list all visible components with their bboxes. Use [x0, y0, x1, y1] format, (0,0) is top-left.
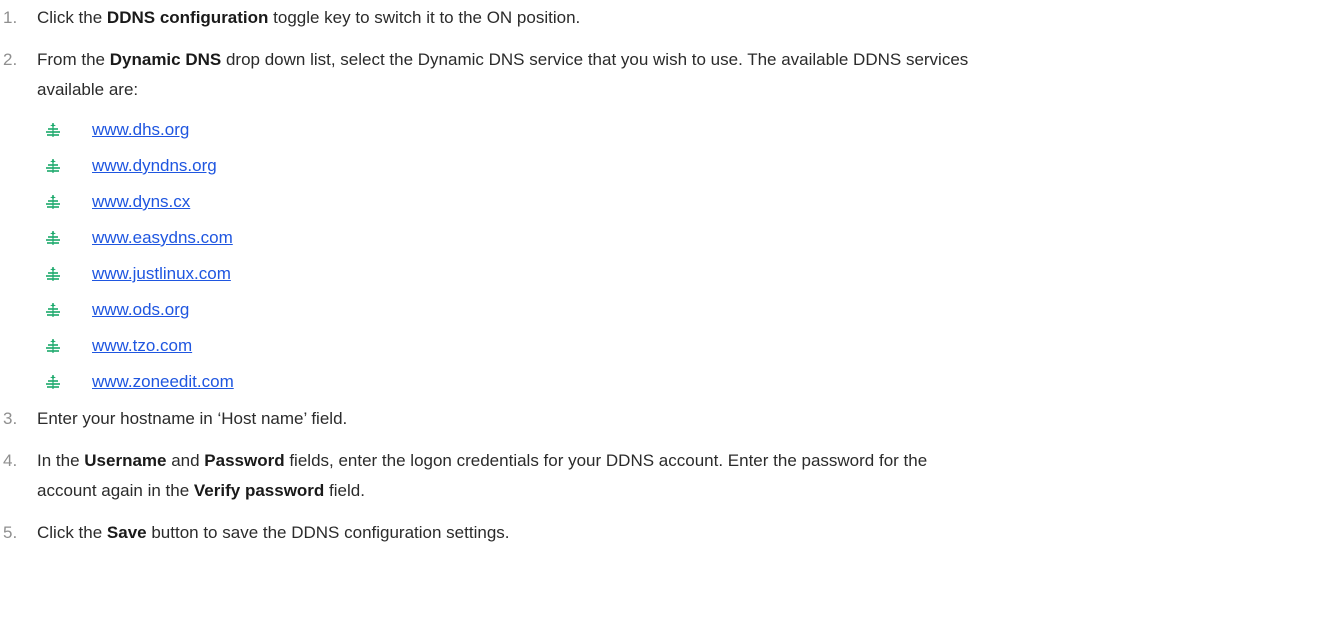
instructions-page: 1. Click the DDNS configuration toggle k… [0, 0, 1338, 617]
dynamic-dns-term: Dynamic DNS [109, 50, 222, 69]
list-item: www.dyndns.org [0, 153, 600, 179]
verify-password-term: Verify password [193, 481, 325, 500]
link-tzo[interactable]: www.tzo.com [92, 333, 192, 359]
signal-bullet-icon [46, 195, 60, 209]
step-4: 4. In the Username and Password fields, … [0, 446, 1320, 506]
list-item: www.dhs.org [0, 117, 600, 143]
step-text: From the Dynamic DNS drop down list, sel… [37, 50, 969, 99]
step-number: 2. [3, 50, 18, 69]
signal-bullet-icon [46, 123, 60, 137]
step-text: In the Username and Password fields, ent… [37, 451, 928, 500]
list-item: www.tzo.com [0, 333, 600, 359]
list-item: www.ods.org [0, 297, 600, 323]
link-zoneedit[interactable]: www.zoneedit.com [92, 369, 234, 395]
signal-bullet-icon [46, 159, 60, 173]
link-easydns[interactable]: www.easydns.com [92, 225, 233, 251]
list-item: www.easydns.com [0, 225, 600, 251]
username-term: Username [84, 451, 167, 470]
step-number: 3. [3, 409, 18, 428]
password-term: Password [204, 451, 285, 470]
step-number: 4. [3, 451, 18, 470]
link-ods[interactable]: www.ods.org [92, 297, 189, 323]
link-dyns[interactable]: www.dyns.cx [92, 189, 190, 215]
list-item: www.zoneedit.com [0, 369, 600, 395]
step-text: Click the DDNS configuration toggle key … [37, 8, 581, 27]
step-5: 5. Click the Save button to save the DDN… [0, 518, 1320, 548]
ddns-configuration-term: DDNS configuration [106, 8, 269, 27]
step-3: 3. Enter your hostname in ‘Host name’ fi… [0, 404, 1320, 434]
link-dhs[interactable]: www.dhs.org [92, 117, 189, 143]
list-item: www.justlinux.com [0, 261, 600, 287]
signal-bullet-icon [46, 267, 60, 281]
signal-bullet-icon [46, 303, 60, 317]
save-term: Save [106, 523, 147, 542]
list-item: www.dyns.cx [0, 189, 600, 215]
step-1: 1. Click the DDNS configuration toggle k… [0, 3, 1320, 33]
signal-bullet-icon [46, 375, 60, 389]
step-2: 2. From the Dynamic DNS drop down list, … [0, 45, 1320, 105]
step-text: Enter your hostname in ‘Host name’ field… [37, 409, 348, 428]
link-dyndns[interactable]: www.dyndns.org [92, 153, 217, 179]
signal-bullet-icon [46, 339, 60, 353]
step-number: 5. [3, 523, 18, 542]
step-number: 1. [3, 8, 18, 27]
step-text: Click the Save button to save the DDNS c… [37, 523, 510, 542]
signal-bullet-icon [46, 231, 60, 245]
link-justlinux[interactable]: www.justlinux.com [92, 261, 231, 287]
